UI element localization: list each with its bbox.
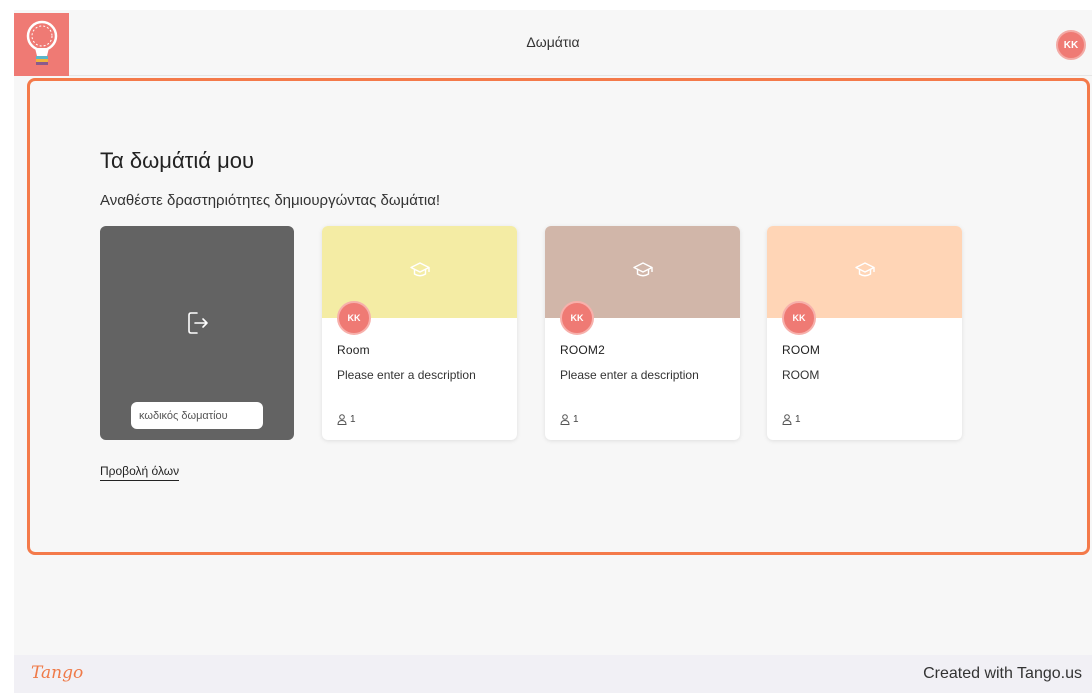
person-icon: [337, 414, 347, 425]
room-name: ROOM: [782, 343, 821, 357]
room-member-count: 1: [573, 414, 579, 425]
room-name: ROOM2: [560, 343, 606, 357]
room-owner-avatar: KK: [337, 301, 371, 335]
join-room-card[interactable]: [100, 226, 294, 440]
room-description: Please enter a description: [560, 368, 699, 382]
enter-room-icon[interactable]: [186, 310, 210, 336]
footer-credit: Created with Tango.us: [923, 665, 1082, 682]
graduation-cap-icon: [854, 262, 875, 277]
room-description: Please enter a description: [337, 368, 476, 382]
room-members: 1: [337, 414, 356, 425]
room-member-count: 1: [795, 414, 801, 425]
tango-logo: Tango: [31, 663, 84, 683]
room-name: Room: [337, 343, 370, 357]
section-subtitle: Αναθέστε δραστηριότητες δημιουργώντας δω…: [100, 192, 441, 209]
room-card[interactable]: KK ROOM ROOM 1: [767, 226, 962, 440]
graduation-cap-icon: [409, 262, 430, 277]
room-owner-avatar: KK: [560, 301, 594, 335]
footer: Tango Created with Tango.us: [14, 655, 1092, 693]
page-title: Δωμάτια: [526, 34, 580, 50]
top-bar: Δωμάτια KK: [14, 10, 1092, 76]
room-member-count: 1: [350, 414, 356, 425]
view-all-link[interactable]: Προβολή όλων: [100, 464, 180, 481]
section-title: Τα δωμάτιά μου: [100, 148, 255, 173]
room-owner-avatar: KK: [782, 301, 816, 335]
person-icon: [560, 414, 570, 425]
room-description: ROOM: [782, 368, 820, 382]
user-avatar[interactable]: KK: [1056, 30, 1086, 60]
graduation-cap-icon: [632, 262, 653, 277]
room-code-input[interactable]: [131, 402, 263, 429]
room-members: 1: [782, 414, 801, 425]
room-members: 1: [560, 414, 579, 425]
person-icon: [782, 414, 792, 425]
room-card[interactable]: KK Room Please enter a description 1: [322, 226, 517, 440]
room-card[interactable]: KK ROOM2 Please enter a description 1: [545, 226, 740, 440]
